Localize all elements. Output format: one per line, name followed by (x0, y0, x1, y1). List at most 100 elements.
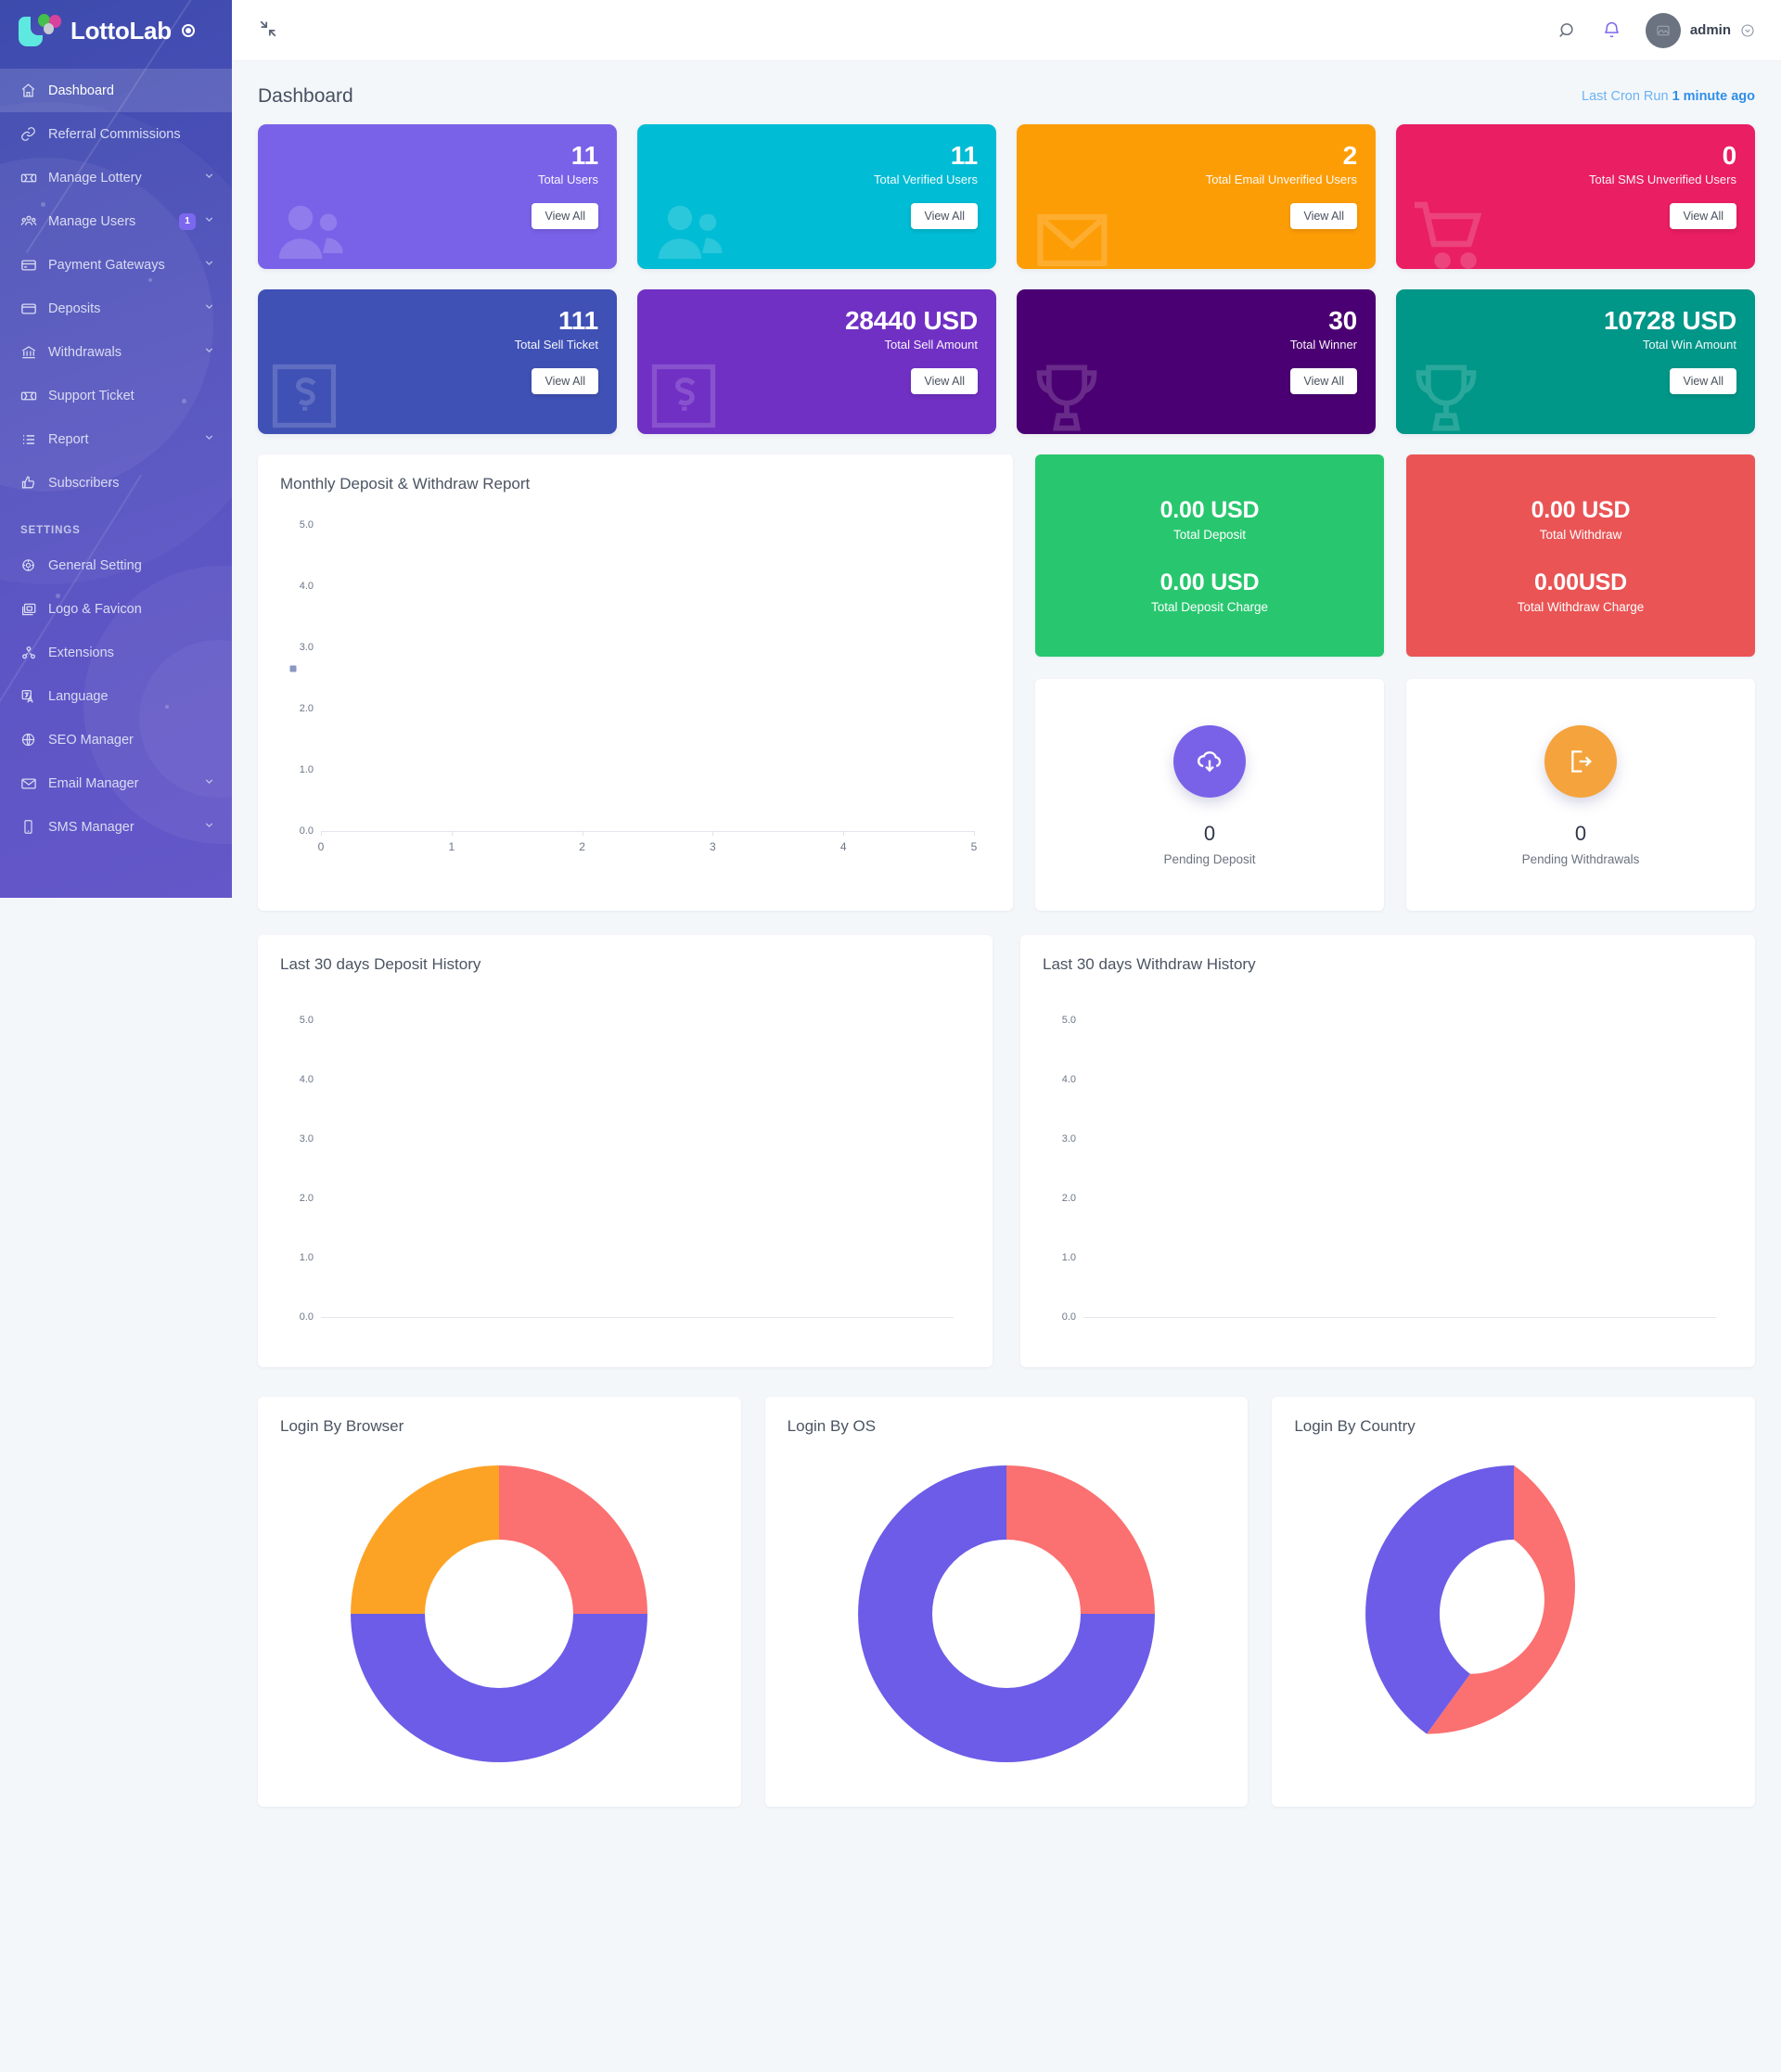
bell-icon[interactable] (1602, 20, 1621, 40)
y-tick-label: 4.0 (1061, 1074, 1076, 1085)
login-by-os-chart (765, 1436, 1249, 1807)
total-deposit-value: 0.00 USD (1160, 497, 1260, 523)
sidebar-item-deposits[interactable]: Deposits (0, 287, 232, 330)
sidebar-item-manage-users[interactable]: Manage Users 1 (0, 199, 232, 243)
y-tick-label: 4.0 (299, 1074, 314, 1085)
view-all-button[interactable]: View All (532, 368, 598, 395)
view-all-button[interactable]: View All (1290, 368, 1357, 395)
sidebar-item-logo-favicon[interactable]: Logo & Favicon (0, 587, 232, 631)
total-withdraw-charge-label: Total Withdraw Charge (1517, 600, 1645, 614)
chevron-down-icon (203, 170, 215, 185)
total-withdraw-value: 0.00 USD (1531, 497, 1631, 523)
chevron-down-icon (203, 213, 215, 229)
sidebar-item-support-ticket[interactable]: Support Ticket (0, 374, 232, 417)
total-deposit-charge-label: Total Deposit Charge (1150, 600, 1269, 614)
brand-name: LottoLab (70, 16, 172, 45)
total-deposit-label: Total Deposit (1172, 528, 1247, 542)
sidebar-item-seo-manager[interactable]: SEO Manager (0, 718, 232, 761)
x-tick-mark (712, 831, 714, 836)
view-all-button[interactable]: View All (1670, 368, 1736, 395)
sidebar-badge-manage-users: 1 (179, 212, 196, 230)
chevron-down-icon (203, 301, 215, 316)
chevron-down-icon (203, 775, 215, 791)
stat-value: 11 (950, 141, 978, 170)
sidebar-item-label: Payment Gateways (48, 257, 165, 273)
y-tick-label: 4.0 (299, 581, 314, 592)
images-icon (20, 601, 48, 618)
brand-logo[interactable]: LottoLab (0, 0, 232, 61)
panel-title: Login By Country (1294, 1417, 1416, 1435)
x-tick-label: 2 (579, 840, 585, 853)
withdraw-column: 0.00 USD Total Withdraw 0.00USD Total Wi… (1406, 454, 1755, 911)
stat-label: Total SMS Unverified Users (1589, 173, 1736, 187)
stat-card-total-users: 11 Total Users View All (258, 124, 617, 269)
page-header: Dashboard Last Cron Run 1 minute ago (232, 61, 1781, 124)
x-axis-line (321, 1317, 954, 1318)
user-menu[interactable]: admin (1645, 12, 1755, 48)
y-tick-label: 1.0 (299, 1252, 314, 1263)
total-deposit-charge-value: 0.00 USD (1160, 569, 1260, 595)
sidebar-item-label: Subscribers (48, 475, 120, 491)
lottolab-logo-icon (17, 13, 67, 48)
sidebar-item-report[interactable]: Report (0, 417, 232, 461)
sell-icon (265, 357, 343, 434)
panel-title: Last 30 days Deposit History (280, 955, 481, 973)
donut-country-svg (1365, 1465, 1575, 1734)
cloud-download-icon (1173, 725, 1246, 798)
sidebar-item-label: SEO Manager (48, 732, 134, 748)
stat-label: Total Verified Users (874, 173, 978, 187)
y-tick-label: 0.0 (299, 1311, 314, 1323)
panel-title: Monthly Deposit & Withdraw Report (280, 475, 531, 492)
stat-value: 2 (1342, 141, 1358, 170)
topbar-actions: admin (1557, 12, 1755, 48)
view-all-button[interactable]: View All (532, 203, 598, 230)
view-all-button[interactable]: View All (1290, 203, 1357, 230)
pending-deposit-label: Pending Deposit (1163, 852, 1256, 866)
sidebar-item-label: Logo & Favicon (48, 601, 142, 617)
sidebar-item-manage-lottery[interactable]: Manage Lottery (0, 156, 232, 199)
sidebar-item-dashboard[interactable]: Dashboard (0, 69, 232, 112)
sidebar-item-language[interactable]: Language (0, 674, 232, 718)
last-cron-run: Last Cron Run 1 minute ago (1582, 89, 1755, 104)
sidebar-item-payment-gateways[interactable]: Payment Gateways (0, 243, 232, 287)
panel-title: Login By OS (787, 1417, 877, 1435)
brand-dot-icon (181, 24, 195, 37)
withdraw-history-chart: 5.0 4.0 3.0 2.0 1.0 0.0 (1020, 974, 1755, 1367)
monthly-report-chart: 5.0 4.0 3.0 2.0 1.0 0.0 0 1 2 3 4 5 (258, 493, 1013, 853)
ticket-icon (20, 388, 48, 404)
login-by-browser-panel: Login By Browser (258, 1397, 741, 1807)
sidebar-nav: Dashboard Referral Commissions Manage Lo… (0, 61, 232, 849)
sidebar-item-sms-manager[interactable]: SMS Manager (0, 805, 232, 849)
sidebar-item-extensions[interactable]: Extensions (0, 631, 232, 674)
sidebar-item-label: Dashboard (48, 83, 114, 98)
y-tick-label: 2.0 (1061, 1193, 1076, 1204)
search-icon[interactable] (1557, 20, 1578, 41)
sidebar-item-email-manager[interactable]: Email Manager (0, 761, 232, 805)
x-tick-label: 4 (839, 840, 847, 853)
x-tick-label: 1 (448, 840, 455, 853)
sidebar-item-withdrawals[interactable]: Withdrawals (0, 330, 232, 374)
users-group-icon (267, 188, 356, 269)
plot-area: 5.0 4.0 3.0 2.0 1.0 0.0 (289, 519, 977, 853)
sidebar-item-label: General Setting (48, 557, 142, 573)
stat-label: Total Email Unverified Users (1205, 173, 1357, 187)
view-all-button[interactable]: View All (1670, 203, 1736, 230)
sidebar-item-subscribers[interactable]: Subscribers (0, 461, 232, 505)
sidebar-item-general-setting[interactable]: General Setting (0, 544, 232, 587)
stat-label: Total Win Amount (1642, 338, 1736, 352)
link-icon (20, 126, 48, 142)
stat-value: 28440 USD (845, 306, 978, 335)
sidebar-item-referral-commissions[interactable]: Referral Commissions (0, 112, 232, 156)
view-all-button[interactable]: View All (911, 203, 978, 230)
donut-slice-0 (1006, 1465, 1155, 1614)
collapse-icon[interactable] (258, 19, 282, 43)
view-all-button[interactable]: View All (911, 368, 978, 395)
donut-slice-1 (351, 1614, 648, 1762)
mobile-icon (20, 819, 48, 835)
gear-icon (20, 557, 48, 573)
donut-os-svg (858, 1465, 1155, 1762)
deposit-column: 0.00 USD Total Deposit 0.00 USD Total De… (1035, 454, 1384, 911)
stat-value: 111 (557, 306, 598, 335)
sidebar-item-label: Manage Lottery (48, 170, 142, 185)
plot-area: 5.0 4.0 3.0 2.0 1.0 0.0 (1062, 1015, 1716, 1323)
